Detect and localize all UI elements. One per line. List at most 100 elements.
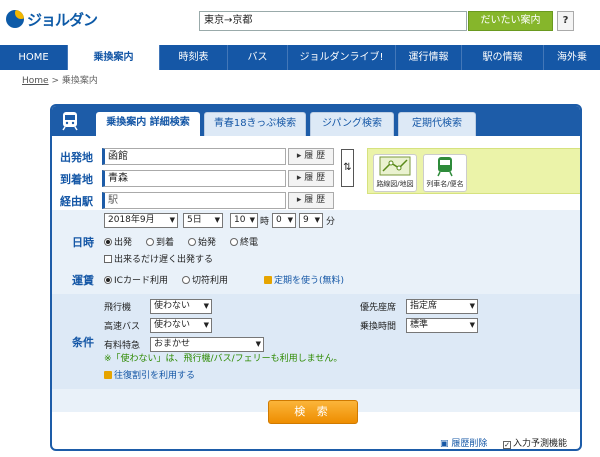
via-station-input[interactable]: 駅	[102, 192, 286, 209]
radio-icon	[230, 238, 238, 246]
year-month-select[interactable]: 2018年9月	[104, 213, 178, 228]
from-station-input[interactable]: 函館	[102, 148, 286, 165]
day-select[interactable]: 5日	[183, 213, 223, 228]
quick-search-input[interactable]: 東京→京都	[199, 11, 467, 31]
arrival-radio-label: 到着	[156, 238, 175, 248]
to-history-label: 履 歴	[304, 173, 326, 183]
via-history-label: 履 歴	[304, 195, 326, 205]
map-tools: 路線図/地図 列車名/便名	[367, 148, 580, 194]
search-panel: 乗換案内 詳細検索 青春18きっぷ検索 ジパング検索 定期代検索 出発地 函館 …	[50, 104, 582, 451]
minute-ones-select[interactable]: 9	[299, 213, 323, 228]
conditions-note: ※「使わない」は、飛行機/バス/フェリーも利用しません。	[104, 354, 343, 364]
lock-icon	[264, 276, 272, 284]
tab-zipangu[interactable]: ジパング検索	[310, 112, 394, 136]
train-name-button[interactable]: 列車名/便名	[423, 154, 467, 192]
train-name-icon	[437, 157, 453, 177]
seat-select[interactable]: 指定席	[406, 299, 478, 314]
minute-tens-select[interactable]: 0	[272, 213, 296, 228]
hour-select[interactable]: 10	[230, 213, 258, 228]
radio-icon	[182, 276, 190, 284]
from-history-button[interactable]: ▸ 履 歴	[288, 148, 334, 165]
breadcrumb-home[interactable]: Home	[22, 76, 49, 86]
main-nav: HOME 乗換案内 時刻表 バス ジョルダンライブ! 運行情報 駅の情報 海外乗	[0, 45, 600, 70]
nav-home[interactable]: HOME	[0, 45, 68, 70]
highway-bus-select[interactable]: 使わない	[150, 318, 212, 333]
clear-history-icon: ▣	[440, 439, 452, 449]
nav-bus[interactable]: バス	[228, 45, 288, 70]
lock-icon	[104, 371, 112, 379]
transfer-time-label: 乗換時間	[360, 322, 397, 332]
radio-icon	[188, 238, 196, 246]
quick-search-button[interactable]: だいたい案内	[468, 11, 553, 31]
site-logo[interactable]: ジョルダン	[6, 8, 98, 30]
predictive-input-checkbox[interactable]: ✓ 入力予測機能	[503, 436, 567, 449]
nav-operation-info[interactable]: 運行情報	[396, 45, 462, 70]
swap-stations-button[interactable]: ⇅	[341, 149, 354, 187]
first-train-radio[interactable]: 始発	[188, 235, 216, 248]
highway-bus-label: 高速バス	[104, 322, 141, 332]
last-train-radio-label: 終電	[240, 238, 259, 248]
last-train-radio[interactable]: 終電	[230, 235, 258, 248]
tab-commuter-pass[interactable]: 定期代検索	[398, 112, 476, 136]
train-name-label: 列車名/便名	[426, 180, 464, 188]
via-history-button[interactable]: ▸ 履 歴	[288, 192, 334, 209]
breadcrumb: Home > 乗換案内	[22, 73, 98, 86]
to-station-input[interactable]: 青森	[102, 170, 286, 187]
nav-transfer[interactable]: 乗換案内	[68, 45, 160, 70]
route-map-label: 路線図/地図	[376, 180, 414, 188]
search-submit-button[interactable]: 検 索	[268, 400, 358, 424]
checkbox-icon	[104, 255, 112, 263]
tab-seishun18[interactable]: 青春18きっぷ検索	[204, 112, 306, 136]
express-select[interactable]: おまかせ	[150, 337, 264, 352]
fare-label: 運賃	[72, 274, 94, 287]
breadcrumb-separator: >	[51, 76, 59, 86]
logo-text: ジョルダン	[27, 10, 98, 29]
clear-history-label: 履歴削除	[451, 439, 488, 449]
late-departure-label: 出来るだけ遅く出発する	[114, 255, 214, 265]
nav-jorudan-live[interactable]: ジョルダンライブ!	[288, 45, 396, 70]
arrival-radio[interactable]: 到着	[146, 235, 174, 248]
to-label: 到着地	[60, 173, 93, 186]
nav-overseas[interactable]: 海外乗	[544, 45, 600, 70]
from-history-label: 履 歴	[304, 151, 326, 161]
first-train-radio-label: 始発	[198, 238, 217, 248]
ic-card-radio-label: ICカード利用	[114, 276, 168, 286]
nav-timetable[interactable]: 時刻表	[160, 45, 228, 70]
use-teiki-label: 定期を使う(無料)	[274, 276, 345, 286]
logo-mark-icon	[6, 10, 24, 28]
checkbox-checked-icon: ✓	[503, 441, 511, 449]
datetime-label: 日時	[72, 236, 94, 249]
seat-label: 優先座席	[360, 303, 397, 313]
use-teiki-link[interactable]: 定期を使う(無料)	[264, 273, 344, 286]
route-map-icon	[379, 156, 411, 176]
round-trip-discount-link[interactable]: 往復割引を利用する	[104, 368, 195, 381]
airplane-label: 飛行機	[104, 303, 132, 313]
breadcrumb-current: 乗換案内	[61, 76, 98, 86]
predictive-input-label: 入力予測機能	[513, 439, 568, 449]
hour-unit: 時	[260, 217, 270, 227]
tab-detail-search[interactable]: 乗換案内 詳細検索	[96, 112, 200, 136]
departure-radio-label: 出発	[114, 238, 133, 248]
radio-checked-icon	[104, 276, 112, 284]
help-button[interactable]: ?	[557, 11, 574, 31]
departure-radio[interactable]: 出発	[104, 235, 132, 248]
transfer-time-select[interactable]: 標準	[406, 318, 478, 333]
ticket-radio-label: 切符利用	[192, 276, 229, 286]
via-label: 経由駅	[60, 195, 93, 208]
round-trip-discount-label: 往復割引を利用する	[114, 371, 196, 381]
conditions-label: 条件	[72, 336, 94, 349]
airplane-select[interactable]: 使わない	[150, 299, 212, 314]
late-departure-checkbox[interactable]: 出来るだけ遅く出発する	[104, 252, 213, 265]
tab-bar: 乗換案内 詳細検索 青春18きっぷ検索 ジパング検索 定期代検索	[52, 106, 580, 136]
from-label: 出発地	[60, 151, 93, 164]
train-icon	[62, 112, 78, 131]
ic-card-radio[interactable]: ICカード利用	[104, 273, 168, 286]
nav-station-info[interactable]: 駅の情報	[462, 45, 544, 70]
clear-history-link[interactable]: ▣ 履歴削除	[440, 436, 487, 449]
minute-unit: 分	[326, 217, 336, 227]
ticket-radio[interactable]: 切符利用	[182, 273, 228, 286]
to-history-button[interactable]: ▸ 履 歴	[288, 170, 334, 187]
radio-icon	[146, 238, 154, 246]
route-map-button[interactable]: 路線図/地図	[373, 154, 417, 192]
radio-checked-icon	[104, 238, 112, 246]
